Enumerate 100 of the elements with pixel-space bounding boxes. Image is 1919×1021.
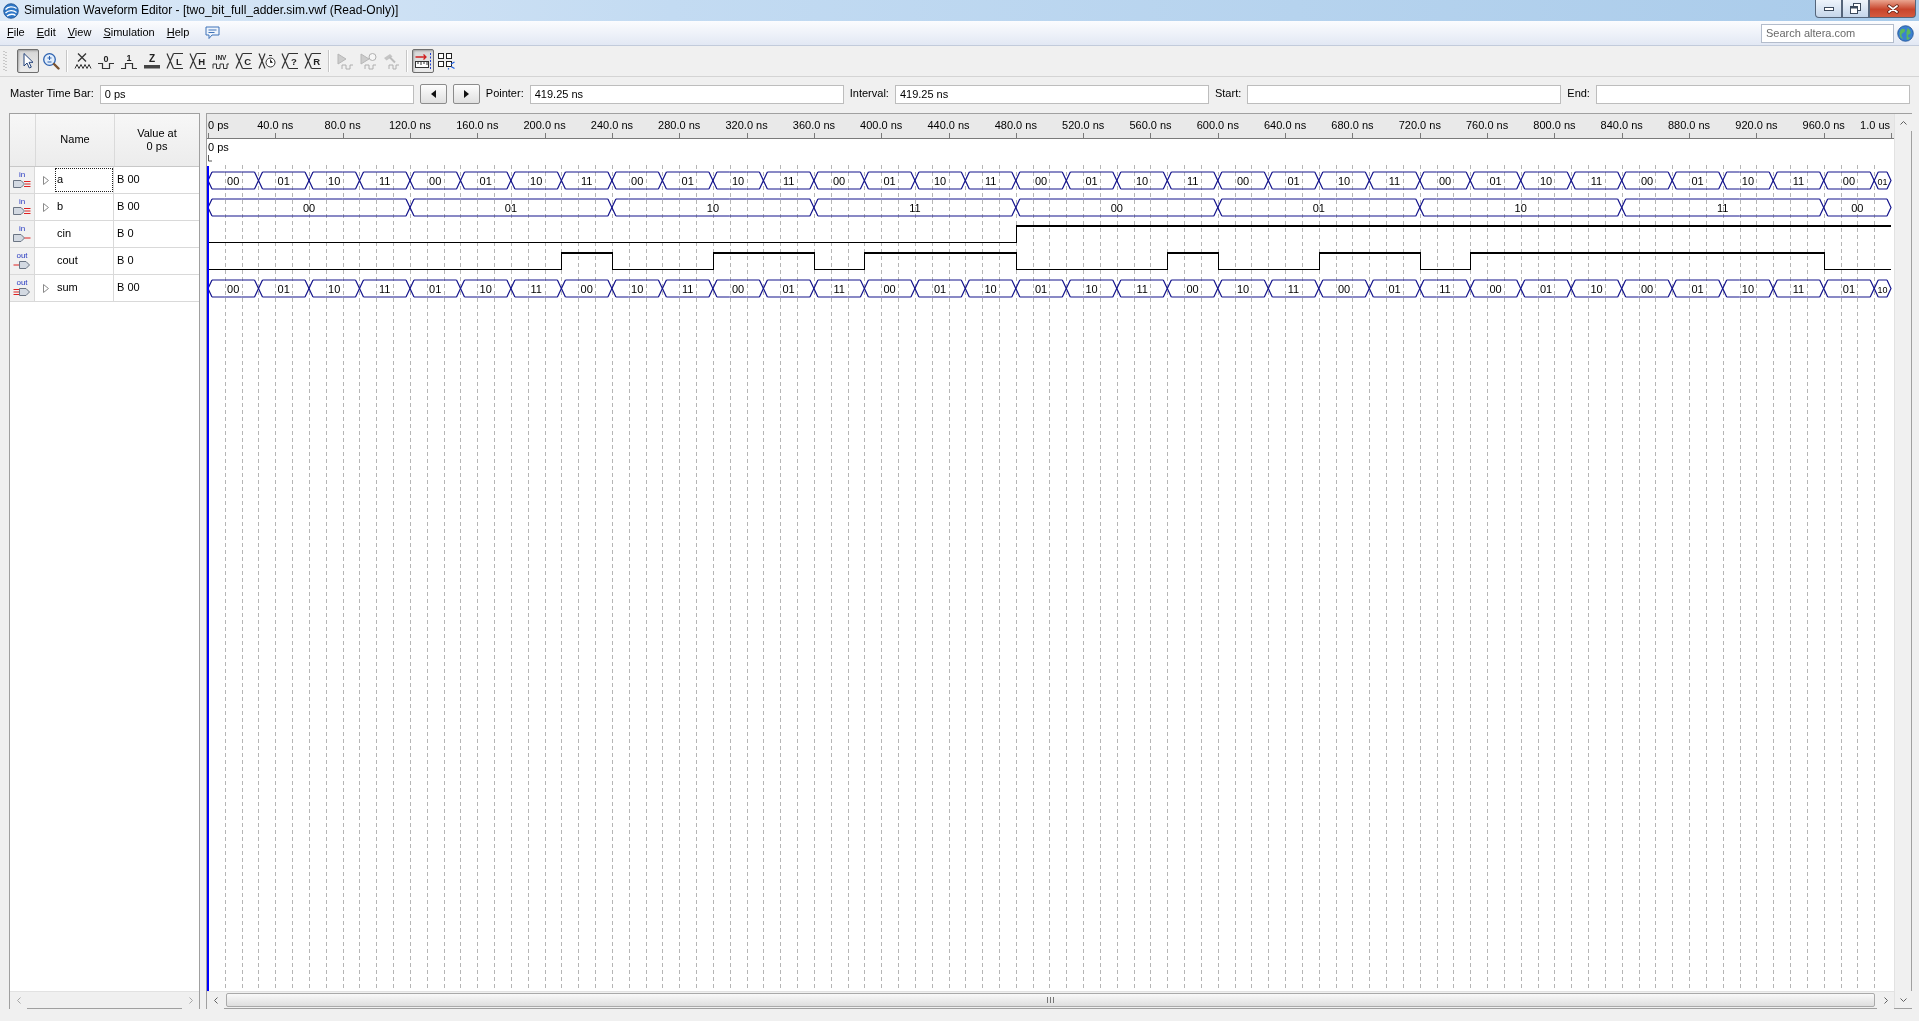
- field-label: Start:: [1214, 87, 1242, 101]
- signal-name: b: [56, 199, 65, 215]
- bus-value-label: 11: [984, 174, 997, 187]
- chevron-right-icon: [188, 997, 193, 1004]
- bus-value-label: 01: [1489, 174, 1502, 187]
- bus-value-label: 10: [530, 174, 543, 187]
- bus-value-label: 01: [1034, 282, 1048, 295]
- chevron-left-icon: [213, 997, 218, 1004]
- search-field[interactable]: Search altera.com: [1761, 23, 1894, 43]
- expand-arrow-icon[interactable]: [43, 283, 49, 293]
- bus-value-label: 10: [984, 282, 997, 295]
- bus-value-label: 00: [832, 174, 846, 187]
- time-tick-label: 280.0 ns: [658, 119, 701, 131]
- bus-value-label: 00: [1337, 282, 1351, 295]
- signal-name: cin: [56, 226, 73, 242]
- toolbar-button[interactable]: [16, 49, 39, 73]
- time-field[interactable]: 419.25 ns: [894, 84, 1209, 104]
- menu-item[interactable]: Simulation: [97, 24, 161, 42]
- window-title: Simulation Waveform Editor - [two_bit_full_adder.sim.vwf (Read-Only)]: [24, 3, 399, 18]
- signal-value: B 0: [117, 227, 134, 241]
- bus-value-label: 00: [1186, 282, 1199, 295]
- horizontal-scrollbar[interactable]: [207, 991, 1894, 1008]
- speech-bubble-icon[interactable]: [205, 26, 221, 40]
- bus-value-label: 00: [1851, 201, 1864, 214]
- bus-value-label: 10: [479, 282, 492, 295]
- signal-row[interactable]: in a B 00: [10, 167, 199, 194]
- menu-item[interactable]: Edit: [30, 24, 62, 42]
- signal-row[interactable]: out cout B 0: [10, 248, 199, 275]
- bus-value-label: 10: [1236, 282, 1250, 295]
- time-tick-label: 640.0 ns: [1264, 119, 1307, 131]
- bus-value-label: 01: [1312, 201, 1325, 214]
- chevron-left-icon: [16, 997, 21, 1004]
- bus-value-label: 10: [328, 174, 341, 187]
- time-field[interactable]: 419.25 ns: [529, 84, 844, 104]
- bus-value-label: 00: [1034, 174, 1048, 187]
- signal-value: B 0: [117, 254, 134, 268]
- signal-name: cout: [56, 253, 79, 269]
- signal-value: B 00: [117, 200, 140, 214]
- bus-value-label: 11: [581, 174, 593, 187]
- master-time-field[interactable]: 0 ps: [99, 84, 414, 104]
- bus-value-label: 00: [1438, 174, 1452, 187]
- bus-value-label: 01: [1691, 174, 1704, 187]
- horizontal-scrollbar[interactable]: [10, 991, 199, 1008]
- step-right-button[interactable]: [452, 84, 480, 104]
- bus-value-label: 01: [1287, 174, 1300, 187]
- time-tick-label: 80.0 ns: [324, 119, 361, 131]
- time-tick-label: 320.0 ns: [725, 119, 768, 131]
- time-tick-label: 400.0 ns: [860, 119, 903, 131]
- bus-value-label: 01: [1842, 282, 1856, 295]
- bus-value-label: 01: [681, 174, 694, 187]
- bus-value-label: 01: [782, 282, 795, 295]
- bus-value-label: 01: [1539, 282, 1553, 295]
- time-tick-label: 1.0 us: [1860, 119, 1890, 131]
- bus-value-label: 10: [706, 201, 719, 214]
- signal-row[interactable]: in b B 00: [10, 194, 199, 221]
- time-field[interactable]: [1595, 84, 1910, 104]
- bus-value-label: 11: [1388, 174, 1401, 187]
- bus-value-label: 11: [1792, 282, 1805, 295]
- signal-name: sum: [56, 280, 79, 296]
- bus-value-label: 11: [1792, 174, 1805, 187]
- restore-button[interactable]: [1842, 0, 1869, 18]
- menu-item[interactable]: View: [61, 24, 98, 42]
- bus-value-label: 10: [1539, 174, 1553, 187]
- column-header: Name: [60, 133, 90, 147]
- time-tick-label: 120.0 ns: [388, 119, 432, 131]
- signal-value: B 00: [117, 281, 140, 295]
- time-field[interactable]: [1247, 84, 1562, 104]
- bus-value-label: 11: [1590, 174, 1603, 187]
- menu-item[interactable]: Help: [160, 24, 196, 42]
- play-clock-icon: [358, 52, 377, 70]
- time-tick-label: 560.0 ns: [1129, 119, 1172, 131]
- signal-row[interactable]: out sum B 00: [10, 275, 199, 302]
- minimize-button[interactable]: [1815, 0, 1842, 18]
- bus-value-label: 11: [379, 282, 391, 295]
- scrollbar-thumb[interactable]: [226, 993, 1875, 1007]
- toolbar-grip[interactable]: [3, 50, 7, 72]
- column-header: Value at 0 ps: [136, 126, 178, 154]
- field-label: Master Time Bar:: [10, 87, 94, 101]
- play-wave-icon: [335, 52, 354, 70]
- bus-value-label: 00: [731, 282, 745, 295]
- step-left-button[interactable]: [419, 84, 447, 104]
- menu-item[interactable]: File: [1, 24, 31, 42]
- time-bar-label: 0 ps: [208, 141, 229, 153]
- time-tick-label: 200.0 ns: [523, 119, 566, 131]
- globe-icon[interactable]: [1897, 24, 1914, 42]
- time-tick-label: 520.0 ns: [1062, 119, 1105, 131]
- signal-row[interactable]: in cin B 0: [10, 221, 199, 248]
- time-tick-label: 440.0 ns: [927, 119, 970, 131]
- bus-pin-icon: [13, 179, 31, 189]
- time-tick-label: 720.0 ns: [1398, 119, 1441, 131]
- bus-value-label: 00: [1640, 174, 1654, 187]
- chevron-up-icon: [1900, 120, 1907, 125]
- time-tick-label: 760.0 ns: [1466, 119, 1509, 131]
- toolbar-button[interactable]: [411, 49, 434, 73]
- bus-value-label: 11: [833, 282, 845, 295]
- expand-arrow-icon[interactable]: [43, 175, 49, 185]
- bus-value-label: 11: [1717, 201, 1729, 214]
- expand-arrow-icon[interactable]: [43, 202, 49, 212]
- vertical-scrollbar[interactable]: [1894, 114, 1911, 1008]
- close-button[interactable]: [1869, 0, 1916, 18]
